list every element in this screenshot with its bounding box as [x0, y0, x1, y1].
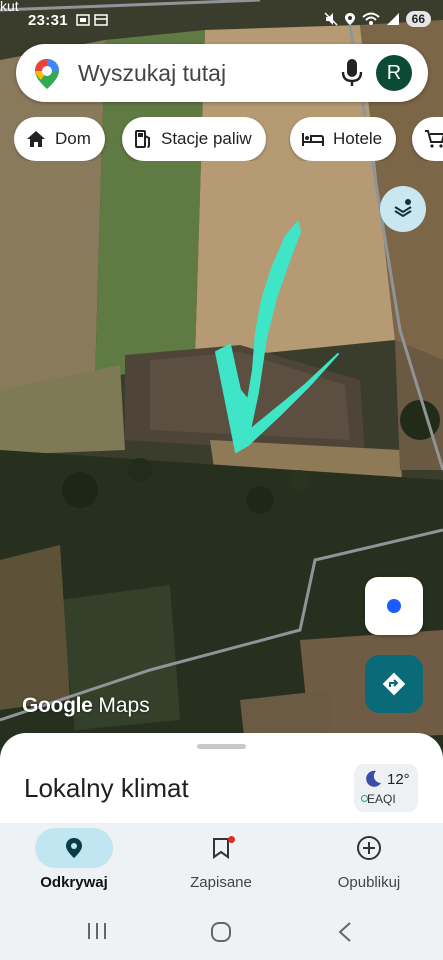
- back-icon[interactable]: [336, 921, 354, 948]
- sheet-drag-handle[interactable]: [197, 744, 246, 749]
- account-avatar[interactable]: R: [376, 55, 412, 91]
- nav-saved[interactable]: Zapisane: [151, 828, 291, 891]
- nav-saved-label: Zapisane: [190, 874, 252, 891]
- google-maps-watermark: Google Maps: [22, 694, 150, 718]
- recent-apps-icon[interactable]: [86, 921, 108, 946]
- moon-icon: [363, 769, 383, 794]
- search-bar[interactable]: Wyszukaj tutaj R: [16, 44, 428, 102]
- chip-gas-stations[interactable]: Stacje paliw: [122, 117, 266, 161]
- microphone-icon[interactable]: [340, 58, 364, 93]
- bottom-sheet[interactable]: Lokalny klimat 12° EAQI: [0, 733, 443, 833]
- add-circle-icon: [357, 836, 381, 860]
- nav-saved-pill[interactable]: [182, 828, 260, 868]
- map-layers-button[interactable]: [380, 186, 426, 232]
- nav-explore-pill[interactable]: [35, 828, 113, 868]
- status-time: 23:31: [28, 12, 68, 29]
- weather-chip[interactable]: 12° EAQI: [354, 764, 418, 812]
- search-placeholder[interactable]: Wyszukaj tutaj: [78, 60, 226, 87]
- directions-button[interactable]: [365, 655, 423, 713]
- battery-indicator: 66: [405, 11, 431, 27]
- notification-dot: [228, 836, 235, 843]
- screen-cast-icon: [76, 14, 90, 26]
- google-maps-pin-icon: [34, 58, 60, 95]
- bottom-navigation: Odkrywaj Zapisane Opublikuj: [0, 823, 443, 905]
- directions-icon: [382, 672, 406, 696]
- layers-icon: [394, 199, 412, 218]
- explore-pin-icon: [66, 838, 82, 858]
- mute-icon: [324, 12, 338, 26]
- nav-contribute[interactable]: Opublikuj: [299, 828, 439, 891]
- card-icon: [94, 14, 108, 26]
- cart-icon: [425, 130, 443, 148]
- status-notification-icons: [76, 14, 108, 26]
- carrier-label: kut: [0, 0, 19, 14]
- nav-contribute-pill[interactable]: [330, 828, 408, 868]
- chip-home-label: Dom: [55, 129, 91, 148]
- home-button-icon[interactable]: [210, 921, 232, 948]
- system-navigation-bar: [0, 905, 443, 960]
- bed-icon: [302, 133, 324, 146]
- nav-explore-label: Odkrywaj: [40, 874, 108, 891]
- chip-gas-stations-label: Stacje paliw: [161, 129, 252, 148]
- nav-explore[interactable]: Odkrywaj: [4, 828, 144, 891]
- home-icon: [27, 131, 45, 147]
- chip-home[interactable]: Dom: [14, 117, 105, 161]
- location-icon: [344, 13, 355, 25]
- my-location-button[interactable]: [365, 577, 423, 635]
- status-right-icons: 66: [324, 11, 431, 27]
- watermark-brand: Google: [22, 694, 93, 717]
- chip-shopping[interactable]: [412, 117, 443, 161]
- sheet-title: Lokalny klimat: [24, 773, 189, 803]
- chip-hotels-label: Hotele: [333, 129, 383, 148]
- satellite-map[interactable]: [0, 0, 443, 750]
- temperature-value: 12°: [387, 771, 410, 788]
- watermark-product: Maps: [98, 694, 150, 717]
- category-chips: Dom Stacje paliw Hotele: [14, 117, 443, 161]
- status-bar: kut 23:31 66: [0, 0, 443, 40]
- my-location-icon: [387, 599, 401, 613]
- chip-hotels[interactable]: Hotele: [290, 117, 397, 161]
- signal-icon: [386, 13, 399, 25]
- gas-station-icon: [135, 130, 150, 148]
- air-quality-label: EAQI: [367, 792, 396, 806]
- wifi-icon: [361, 12, 380, 25]
- nav-contribute-label: Opublikuj: [337, 874, 401, 891]
